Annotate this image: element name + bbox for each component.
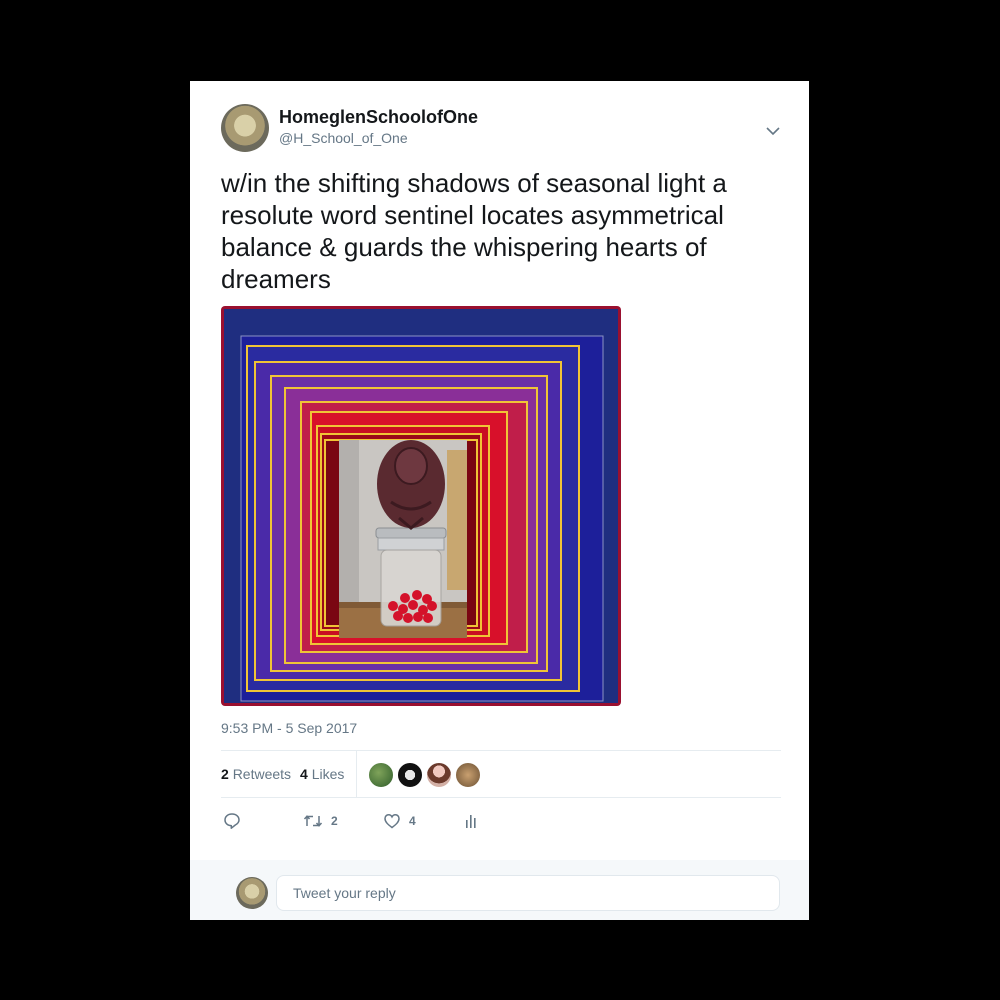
my-avatar[interactable]: [236, 877, 268, 909]
liker-avatar[interactable]: [397, 762, 423, 788]
user-avatar[interactable]: [221, 104, 269, 152]
analytics-button[interactable]: [463, 811, 479, 831]
reply-area: [190, 860, 809, 920]
like-count: 4: [409, 814, 416, 828]
like-button[interactable]: 4: [383, 811, 416, 831]
liker-avatar[interactable]: [426, 762, 452, 788]
framed-photo: [221, 306, 621, 706]
retweets-count: 2: [221, 766, 229, 782]
tweet-text: w/in the shifting shadows of seasonal li…: [221, 168, 727, 294]
heart-icon: [384, 814, 400, 829]
likes-stat[interactable]: 4 Likes: [300, 766, 344, 782]
liker-avatar[interactable]: [455, 762, 481, 788]
liker-avatar[interactable]: [368, 762, 394, 788]
divider-bottom: [221, 797, 781, 798]
tweet-actions: 2 4: [221, 805, 781, 835]
retweets-label: Retweets: [232, 766, 292, 782]
retweet-count: 2: [331, 814, 338, 828]
chevron-down-icon[interactable]: [763, 121, 783, 141]
retweet-button[interactable]: 2: [303, 811, 338, 831]
retweet-icon: [303, 815, 323, 827]
retweets-stat[interactable]: 2 Retweets: [221, 766, 291, 782]
stats-separator: [356, 751, 357, 797]
tweet-image[interactable]: [221, 306, 621, 706]
display-name[interactable]: HomeglenSchoolofOne: [279, 107, 478, 128]
likes-label: Likes: [311, 766, 345, 782]
user-handle[interactable]: @H_School_of_One: [279, 130, 408, 146]
analytics-icon: [466, 815, 476, 828]
tweet-timestamp[interactable]: 9:53 PM - 5 Sep 2017: [221, 720, 357, 736]
reply-input[interactable]: [276, 875, 780, 911]
reply-icon: [224, 813, 240, 829]
tweet-stats: 2 Retweets 4 Likes: [221, 751, 781, 797]
reply-button[interactable]: [223, 811, 241, 831]
likes-count: 4: [300, 766, 308, 782]
tweet-card: HomeglenSchoolofOne @H_School_of_One w/i…: [190, 81, 809, 920]
